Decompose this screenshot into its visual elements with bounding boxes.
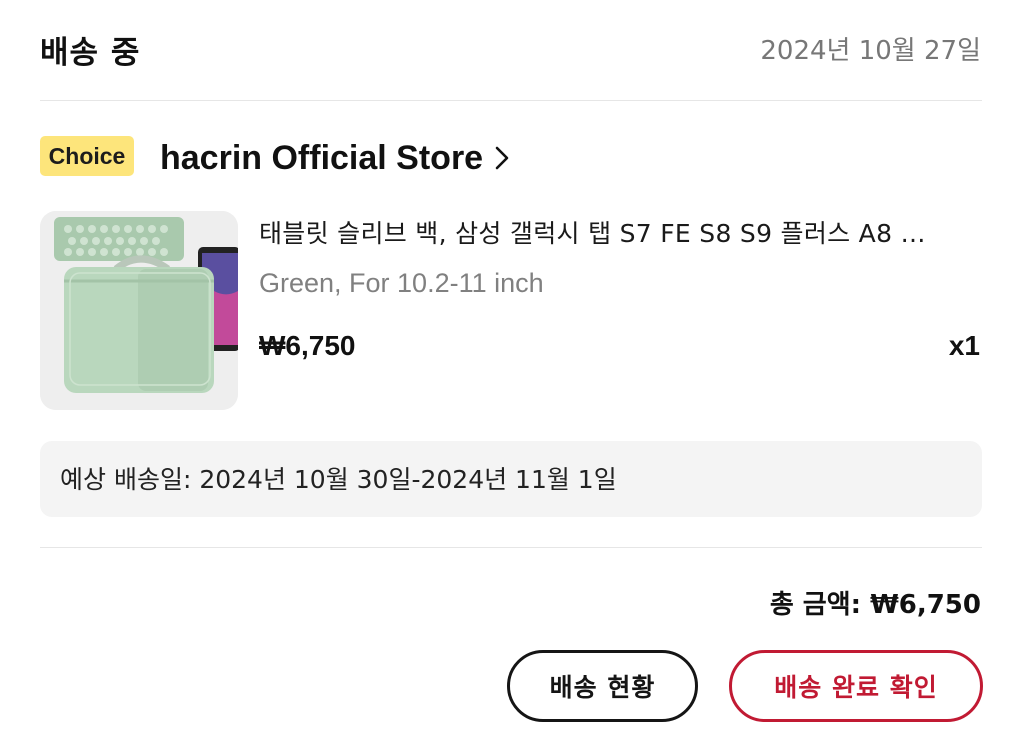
store-name: hacrin Official Store: [160, 138, 484, 177]
confirm-delivery-button[interactable]: 배송 완료 확인: [729, 650, 983, 722]
divider: [40, 100, 982, 101]
product-thumbnail[interactable]: [40, 211, 238, 410]
product-name[interactable]: 태블릿 슬리브 백, 삼성 갤럭시 탭 S7 FE S8 S9 플러스 A8 …: [259, 214, 981, 250]
product-variant: Green, For 10.2-11 inch: [259, 268, 544, 298]
order-date: 2024년 10월 27일: [760, 36, 981, 66]
product-price: ₩6,750: [259, 330, 356, 361]
divider: [40, 547, 982, 548]
store-link[interactable]: hacrin Official Store: [160, 136, 509, 180]
track-delivery-button[interactable]: 배송 현황: [507, 650, 698, 722]
order-total: 총 금액: ₩6,750: [769, 590, 981, 620]
product-quantity: x1: [948, 330, 980, 361]
order-status-title: 배송 중: [40, 35, 141, 71]
choice-badge: Choice: [40, 136, 134, 176]
delivery-estimate: 예상 배송일: 2024년 10월 30일-2024년 11월 1일: [60, 465, 617, 494]
chevron-right-icon: [495, 146, 509, 170]
